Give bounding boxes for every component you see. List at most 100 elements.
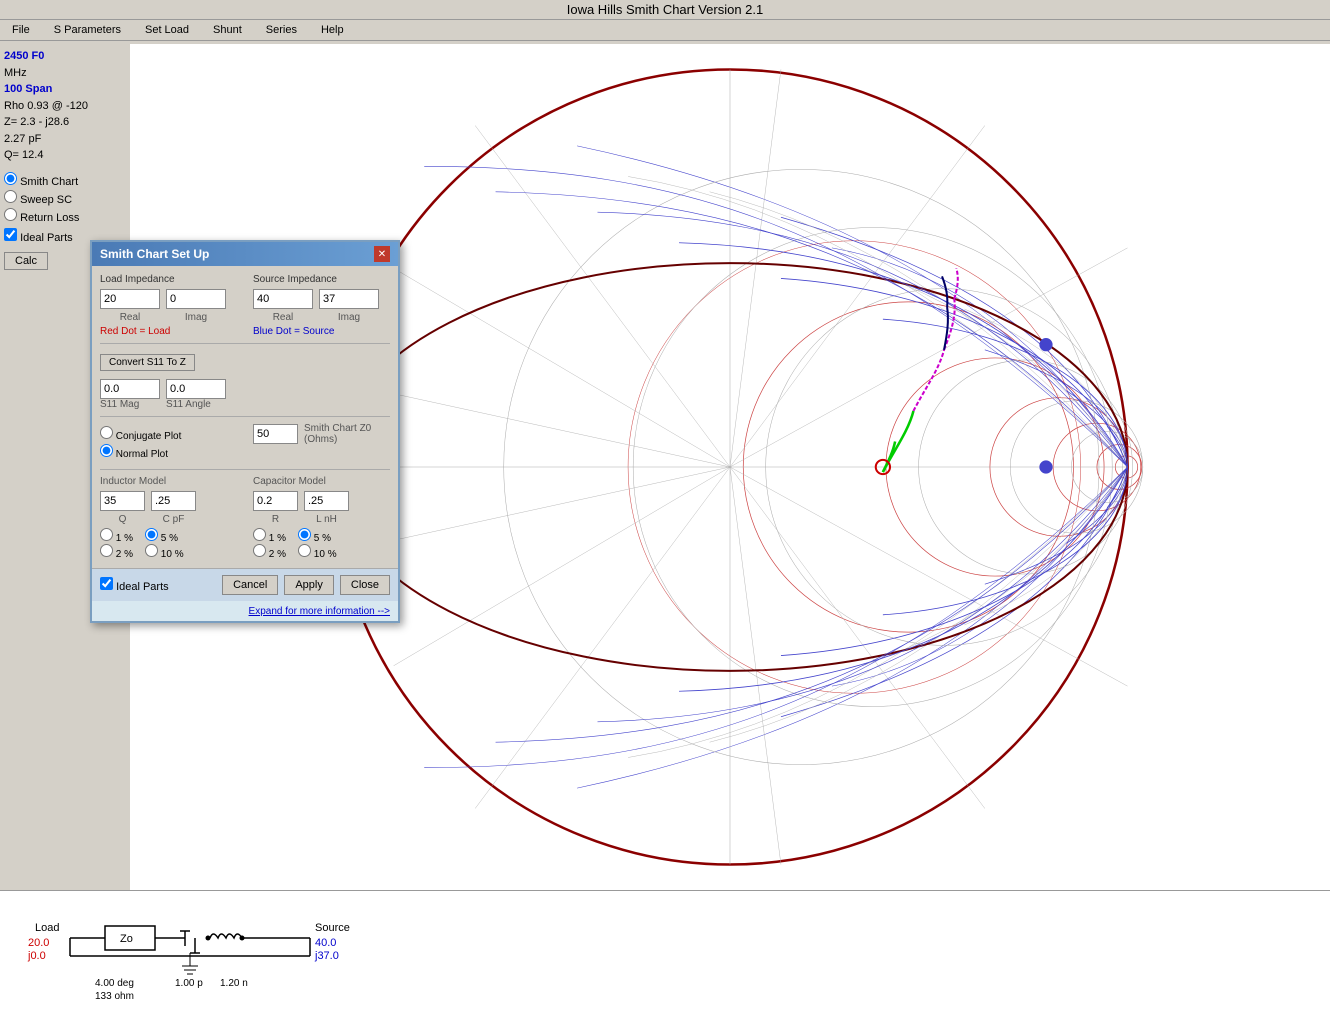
capacitor-tol-5pct[interactable]: 5 % <box>298 528 331 544</box>
load-impedance-inputs <box>100 289 237 309</box>
load-imag-label: Imag <box>166 312 226 323</box>
load-real-input[interactable] <box>100 289 160 309</box>
source-imag-input[interactable] <box>319 289 379 309</box>
radio-return-loss[interactable]: Return Loss <box>4 208 126 224</box>
f0-value: 2450 <box>4 50 28 62</box>
inductor-tolerance-group: 1 % 5 % 2 % 10 % <box>100 528 237 560</box>
plot-type-group: Conjugate Plot Normal Plot <box>100 426 237 460</box>
f0-unit: MHz <box>4 67 27 79</box>
menu-series[interactable]: Series <box>262 23 301 37</box>
source-text: Source <box>315 922 350 934</box>
inductor-tol-10pct[interactable]: 10 % <box>145 544 184 560</box>
setup-dialog: Smith Chart Set Up ✕ Load Impedance Real… <box>90 240 400 623</box>
capacitor-tolerance-group: 1 % 5 % 2 % 10 % <box>253 528 390 560</box>
capacitor-tol-2pct[interactable]: 2 % <box>253 544 286 560</box>
radio-smith-chart[interactable]: Smith Chart <box>4 172 126 188</box>
z0-row: Smith Chart Z0 (Ohms) <box>253 423 390 445</box>
source-real-input[interactable] <box>253 289 313 309</box>
footer-buttons: Cancel Apply Close <box>222 575 390 595</box>
bottom-panel: Load 20.0 j0.0 Source 40.0 j37.0 Zo <box>0 890 1330 1010</box>
source-imag-text: j37.0 <box>314 950 339 962</box>
expand-row: Expand for more information --> <box>92 601 398 621</box>
ideal-parts-footer-checkbox[interactable] <box>100 577 113 590</box>
rho-label: Rho <box>4 100 24 112</box>
source-real-label: Real <box>253 312 313 323</box>
expand-link[interactable]: Expand for more information --> <box>249 606 390 617</box>
load-real-text: 20.0 <box>28 937 49 949</box>
load-imag-text: j0.0 <box>27 950 46 962</box>
inductor-tol-5pct[interactable]: 5 % <box>145 528 178 544</box>
inductor-tol-1pct[interactable]: 1 % <box>100 528 133 544</box>
source-real-text: 40.0 <box>315 937 336 949</box>
rho-value: 0.93 @ -120 <box>27 100 88 112</box>
load-impedance-section: Load Impedance Real Imag Red Dot = Load <box>100 274 237 337</box>
close-button[interactable]: Close <box>340 575 390 595</box>
inductor-q-input[interactable] <box>100 491 145 511</box>
span-value: 100 <box>4 83 22 95</box>
z0-section: Smith Chart Z0 (Ohms) <box>253 423 390 463</box>
capacitor-tol-10pct[interactable]: 10 % <box>298 544 337 560</box>
ideal-parts-footer-row[interactable]: Ideal Parts <box>100 577 169 593</box>
menu-help[interactable]: Help <box>317 23 348 37</box>
inductor-tol-row2: 2 % 10 % <box>100 544 237 560</box>
z-row: Z= 2.3 - j28.6 <box>4 114 126 131</box>
menu-shunt[interactable]: Shunt <box>209 23 246 37</box>
capacitor-model-label: Capacitor Model <box>253 476 390 487</box>
plot-z0-section: Conjugate Plot Normal Plot Smith Chart Z… <box>100 423 390 463</box>
load-imag-input[interactable] <box>166 289 226 309</box>
apply-button[interactable]: Apply <box>284 575 334 595</box>
s11-angle-input[interactable] <box>166 379 226 399</box>
inductor-c-input[interactable] <box>151 491 196 511</box>
inductor-tol-2pct[interactable]: 2 % <box>100 544 133 560</box>
ideal-parts-checkbox[interactable] <box>4 228 17 241</box>
inductor-model-label: Inductor Model <box>100 476 237 487</box>
source-impedance-inputs <box>253 289 390 309</box>
load-impedance-label: Load Impedance <box>100 274 237 285</box>
source-impedance-section: Source Impedance Real Imag Blue Dot = So… <box>253 274 390 337</box>
capacitor-l-input[interactable] <box>304 491 349 511</box>
capacitor-tol-row1: 1 % 5 % <box>253 528 390 544</box>
capacitor-inputs <box>253 491 390 511</box>
capacitor-labels: R L nH <box>253 514 390 525</box>
z0-input[interactable] <box>253 424 298 444</box>
c-row: 2.27 pF <box>4 131 126 148</box>
load-real-label: Real <box>100 312 160 323</box>
q-value: Q= 12.4 <box>4 149 43 161</box>
setup-body: Load Impedance Real Imag Red Dot = Load … <box>92 266 398 568</box>
menu-setload[interactable]: Set Load <box>141 23 193 37</box>
capacitor-r-input[interactable] <box>253 491 298 511</box>
z-label: Z= <box>4 116 17 128</box>
setup-dialog-title: Smith Chart Set Up <box>100 247 209 261</box>
cap-label: 1.00 p <box>175 978 203 989</box>
capacitor-tol-row2: 2 % 10 % <box>253 544 390 560</box>
menu-sparameters[interactable]: S Parameters <box>50 23 125 37</box>
s11-mag-label: S11 Mag <box>100 399 160 410</box>
setup-close-icon-btn[interactable]: ✕ <box>374 246 390 262</box>
calc-button[interactable]: Calc <box>4 252 48 270</box>
menu-file[interactable]: File <box>8 23 34 37</box>
circuit-diagram: Load 20.0 j0.0 Source 40.0 j37.0 Zo <box>20 896 360 1006</box>
inductor-labels: Q C pF <box>100 514 237 525</box>
radio-sweep-sc[interactable]: Sweep SC <box>4 190 126 206</box>
s11-mag-input[interactable] <box>100 379 160 399</box>
radio-normal[interactable]: Normal Plot <box>100 444 237 460</box>
cancel-button[interactable]: Cancel <box>222 575 278 595</box>
radio-conjugate[interactable]: Conjugate Plot <box>100 426 237 442</box>
rho-row: Rho 0.93 @ -120 <box>4 98 126 115</box>
f0-label: F0 <box>32 50 45 62</box>
z0-label: Smith Chart Z0 (Ohms) <box>304 423 390 445</box>
deg-label: 4.00 deg <box>95 978 134 989</box>
inductor-c-label: C pF <box>151 514 196 525</box>
inductor-tol-row1: 1 % 5 % <box>100 528 237 544</box>
ideal-parts-checkbox-label[interactable]: Ideal Parts <box>4 232 73 244</box>
app-title: Iowa Hills Smith Chart Version 2.1 <box>567 2 764 17</box>
ideal-parts-footer-label[interactable]: Ideal Parts <box>100 581 169 593</box>
convert-s11-button[interactable]: Convert S11 To Z <box>100 354 195 371</box>
capacitor-tol-1pct[interactable]: 1 % <box>253 528 286 544</box>
inductor-model-section: Inductor Model Q C pF 1 % 5 % 2 % <box>100 476 237 560</box>
chart-type-group: Smith Chart Sweep SC Return Loss <box>4 172 126 224</box>
f0-unit-row: MHz <box>4 65 126 82</box>
z-value: 2.3 - j28.6 <box>20 116 69 128</box>
setup-title-bar: Smith Chart Set Up ✕ <box>92 242 398 266</box>
s11-inputs-row: S11 Mag S11 Angle <box>100 379 390 410</box>
